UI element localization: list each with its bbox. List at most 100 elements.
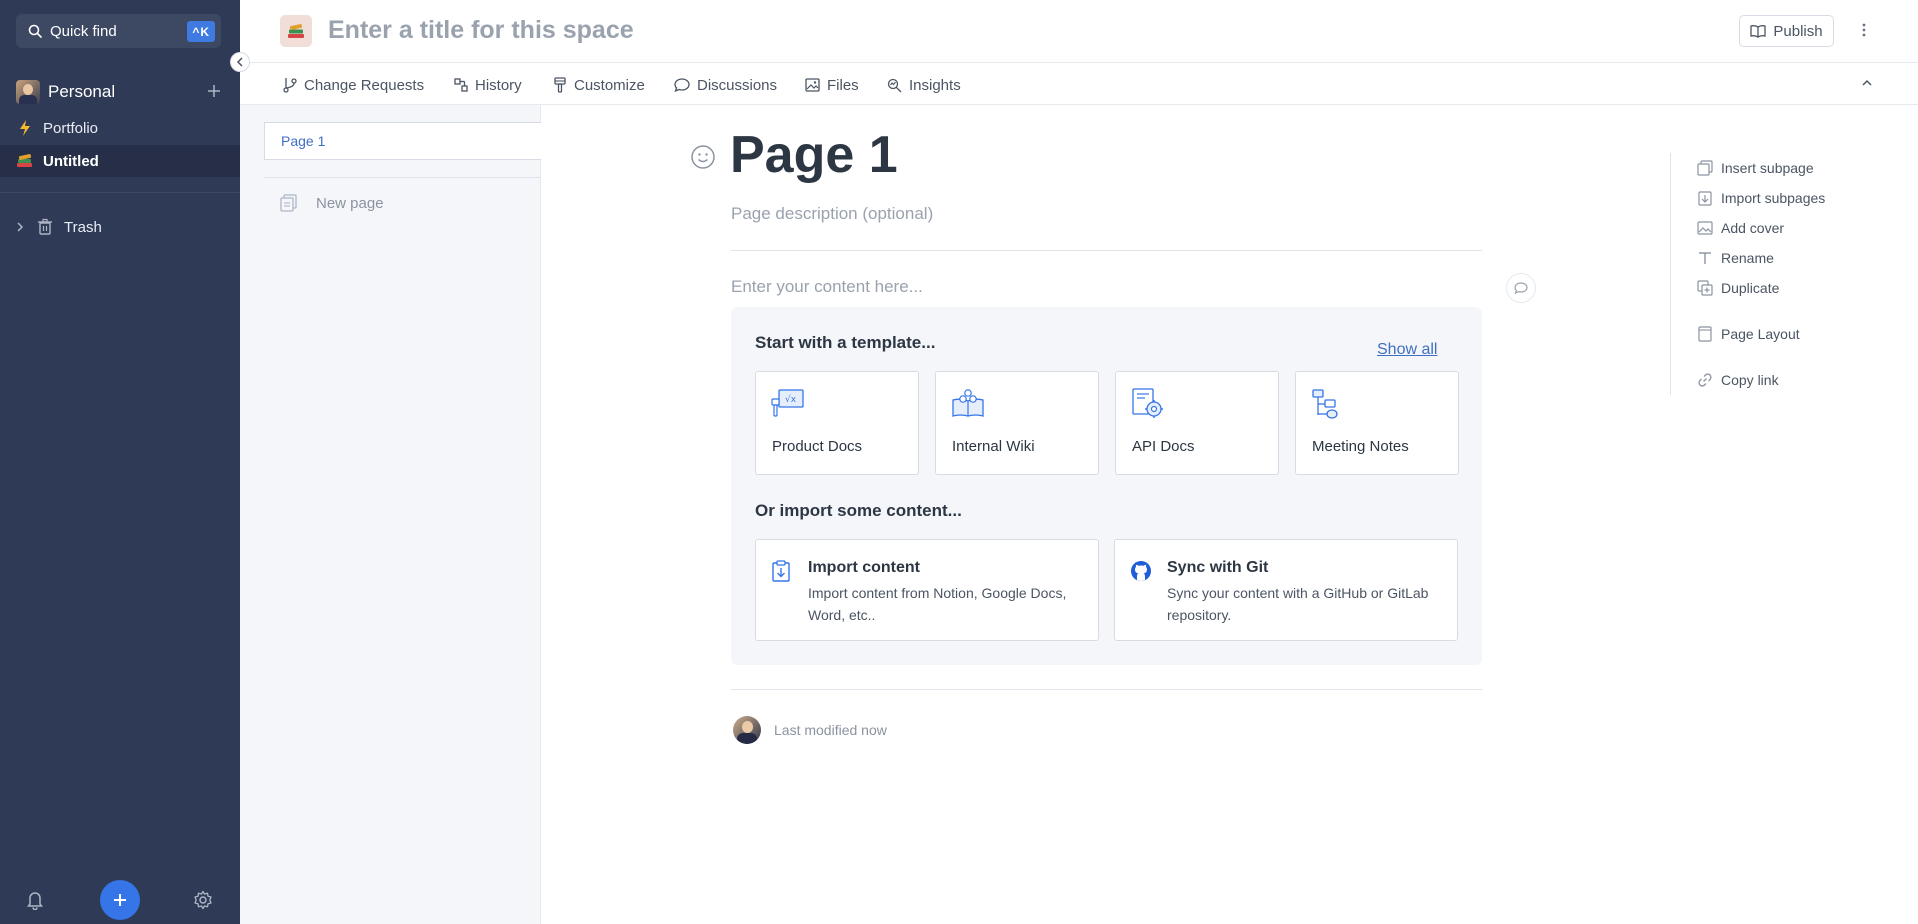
sidebar-item-portfolio[interactable]: Portfolio	[0, 112, 240, 144]
new-page-button[interactable]: New page	[280, 189, 384, 217]
tab-customize[interactable]: Customize	[553, 75, 645, 95]
image-icon	[805, 78, 820, 92]
action-label: Duplicate	[1721, 280, 1780, 296]
quick-find-label: Quick find	[50, 22, 117, 40]
rename-icon	[1699, 252, 1711, 264]
space-emoji-button[interactable]	[280, 15, 312, 47]
tab-history[interactable]: History	[454, 75, 522, 95]
chevron-right-icon[interactable]	[16, 221, 24, 233]
smiley-icon[interactable]	[690, 144, 716, 170]
publish-button[interactable]: Publish	[1739, 15, 1834, 47]
book-open-icon	[1750, 25, 1767, 38]
action-label: Import subpages	[1721, 190, 1826, 206]
add-cover-icon	[1697, 221, 1713, 235]
import-card-title: Import content	[808, 559, 920, 576]
page-title[interactable]: Page 1	[730, 125, 898, 185]
page-actions-panel: Insert subpage Import subpages Add cover…	[1670, 153, 1870, 395]
import-content-card[interactable]: Import content Import content from Notio…	[755, 539, 1099, 641]
template-card-api-docs[interactable]: API Docs	[1115, 371, 1279, 475]
sidebar: Quick find ^K Personal Portfolio Untitle…	[0, 0, 240, 924]
internal-wiki-icon	[952, 389, 984, 417]
import-heading: Or import some content...	[755, 501, 962, 520]
bell-icon[interactable]	[26, 890, 44, 910]
comment-button[interactable]	[1506, 273, 1536, 303]
copy-link-icon	[1698, 373, 1712, 387]
comment-icon	[1514, 282, 1528, 294]
lightning-icon	[16, 120, 34, 136]
import-icon	[772, 560, 790, 582]
template-card-product-docs[interactable]: √x Product Docs	[755, 371, 919, 475]
more-options-icon[interactable]	[1862, 20, 1866, 40]
quick-find-button[interactable]: Quick find ^K	[16, 14, 221, 48]
collapse-sidebar-button[interactable]	[230, 52, 250, 72]
github-icon	[1131, 561, 1151, 581]
copy-link-button[interactable]: Copy link	[1697, 369, 1779, 391]
template-heading: Start with a template...	[755, 333, 936, 352]
action-label: Page Layout	[1721, 326, 1800, 342]
show-all-link[interactable]: Show all	[1377, 341, 1437, 359]
sidebar-item-label: Portfolio	[43, 119, 99, 137]
rename-button[interactable]: Rename	[1697, 247, 1774, 269]
tree-divider	[264, 177, 541, 178]
tab-label: Insights	[909, 76, 961, 94]
sync-card-description: Sync your content with a GitHub or GitLa…	[1167, 585, 1429, 623]
brush-icon	[554, 77, 566, 93]
template-label: Internal Wiki	[952, 438, 1035, 455]
branch-icon	[283, 78, 297, 93]
tab-insights[interactable]: Insights	[887, 75, 961, 95]
tab-label: Discussions	[697, 76, 778, 94]
space-title-input[interactable]: Enter a title for this space	[328, 16, 634, 45]
import-subpages-icon	[1698, 191, 1712, 206]
tab-label: Change Requests	[304, 76, 425, 94]
svg-text:√x: √x	[785, 394, 797, 405]
tab-change-requests[interactable]: Change Requests	[283, 75, 424, 95]
tree-item-page-1[interactable]: Page 1	[264, 122, 541, 160]
sidebar-item-label: Untitled	[43, 152, 99, 170]
insert-subpage-button[interactable]: Insert subpage	[1697, 157, 1814, 179]
page-description-input[interactable]: Page description (optional)	[731, 204, 933, 224]
publish-label: Publish	[1773, 22, 1823, 40]
insert-subpage-icon	[1697, 160, 1713, 176]
avatar	[733, 716, 761, 744]
avatar	[16, 80, 40, 104]
space-personal[interactable]: Personal	[16, 79, 222, 105]
chat-icon	[674, 78, 690, 92]
action-label: Rename	[1721, 250, 1774, 266]
template-label: API Docs	[1132, 438, 1195, 455]
sync-git-card[interactable]: Sync with Git Sync your content with a G…	[1114, 539, 1458, 641]
content-editor[interactable]: Enter your content here...	[731, 277, 923, 297]
page-layout-button[interactable]: Page Layout	[1697, 323, 1800, 345]
page-layout-icon	[1698, 326, 1712, 342]
template-card-internal-wiki[interactable]: Internal Wiki	[935, 371, 1099, 475]
duplicate-button[interactable]: Duplicate	[1697, 277, 1779, 299]
footer-divider	[731, 689, 1482, 690]
plus-icon	[114, 894, 126, 906]
tab-label: Customize	[574, 76, 645, 94]
books-icon	[288, 23, 304, 38]
tab-files[interactable]: Files	[805, 75, 859, 95]
new-page-icon	[280, 194, 297, 212]
sidebar-item-trash[interactable]: Trash	[16, 214, 102, 240]
chevron-up-icon[interactable]	[1861, 77, 1873, 89]
sync-card-title: Sync with Git	[1167, 559, 1269, 576]
chevron-left-icon	[236, 57, 243, 67]
add-cover-button[interactable]: Add cover	[1697, 217, 1784, 239]
plus-icon[interactable]	[206, 83, 222, 99]
space-tabs: Change Requests History Customize Discus…	[240, 64, 1918, 105]
last-modified-text: Last modified now	[774, 722, 887, 738]
gear-icon[interactable]	[193, 890, 213, 910]
quick-find-shortcut: ^K	[187, 21, 215, 42]
new-page-label: New page	[316, 194, 384, 212]
title-divider	[731, 250, 1482, 251]
duplicate-icon	[1697, 280, 1713, 296]
template-card-meeting-notes[interactable]: Meeting Notes	[1295, 371, 1459, 475]
search-icon	[28, 24, 42, 38]
sidebar-divider	[0, 192, 240, 193]
create-button[interactable]	[100, 880, 140, 920]
tab-label: Files	[827, 76, 859, 94]
space-header: Enter a title for this space Publish	[240, 0, 1918, 63]
import-subpages-button[interactable]: Import subpages	[1697, 187, 1825, 209]
trash-label: Trash	[64, 218, 102, 236]
sidebar-item-untitled[interactable]: Untitled	[0, 145, 240, 177]
tab-discussions[interactable]: Discussions	[674, 75, 777, 95]
